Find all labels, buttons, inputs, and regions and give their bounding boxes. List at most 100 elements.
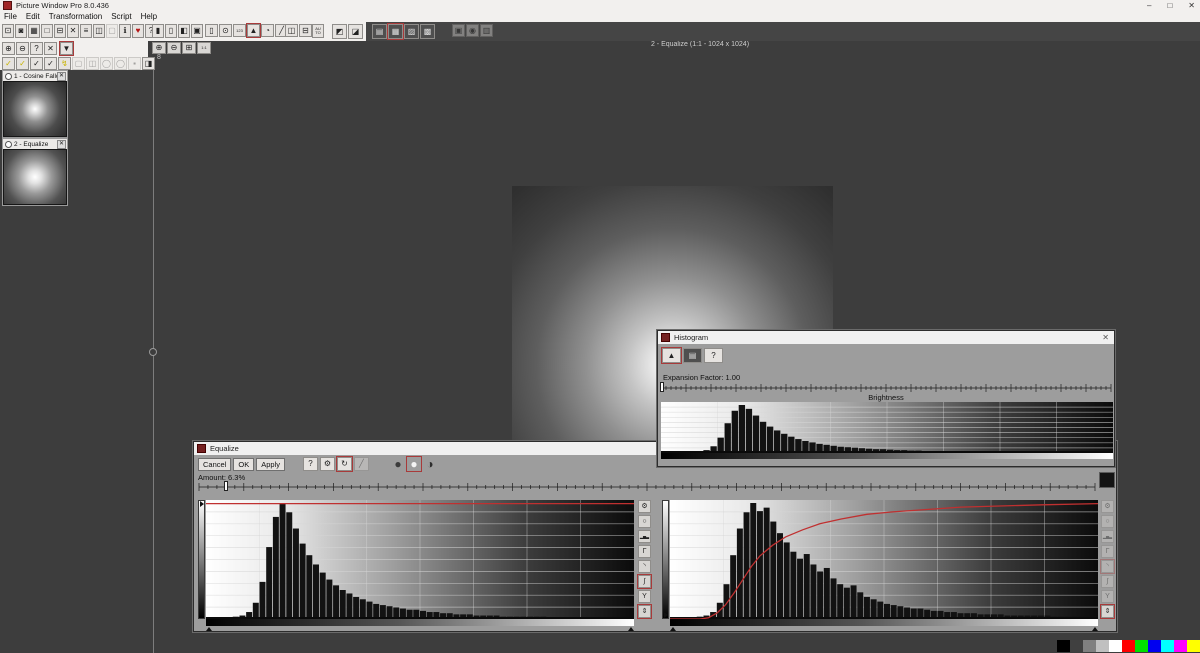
actual-size-icon[interactable]: 1:1 [197,42,211,54]
tone-light-icon[interactable]: ◪ [348,24,363,39]
ok-check-icon[interactable]: ✓ [30,57,43,70]
numeric-readout-icon[interactable]: 123 [233,24,246,37]
menu-help[interactable]: Help [141,12,157,21]
output-value-strip[interactable] [662,500,669,619]
histogram-titlebar[interactable]: Histogram ✕ [658,331,1114,344]
confirm-check-icon[interactable]: ✓ [44,57,57,70]
palette-swatch-0[interactable] [1057,640,1070,652]
cut-icon[interactable]: ✕ [44,42,57,55]
histogram-help-icon[interactable]: ? [704,348,723,363]
panel-soft-curve-icon[interactable]: ◝ [638,560,651,573]
palette-swatch-9[interactable] [1174,640,1187,652]
zoom-in-icon[interactable]: ⊕ [2,42,15,55]
apply-all-check-icon[interactable]: ✓ [16,57,29,70]
thumbnail-2-close-icon[interactable]: ✕ [57,140,66,149]
panel-y-split-icon[interactable]: Y [638,590,651,603]
panel-settings-icon[interactable]: ⚙ [638,500,651,513]
equalize-help-icon[interactable]: ? [303,457,318,471]
palette-swatch-8[interactable] [1161,640,1174,652]
view-layout-single-icon[interactable]: ▮ [152,24,164,38]
open-image-icon[interactable]: ◙ [15,24,27,38]
thumbnail-window-2[interactable]: 2 - Equalize ✕ [2,138,68,206]
split-horizontal-icon[interactable]: ⊟ [299,24,312,37]
zoom-out-icon[interactable]: ⊖ [16,42,29,55]
output-range-marker-left[interactable] [670,627,676,631]
expansion-factor-slider[interactable] [660,381,1112,393]
input-value-strip[interactable] [198,500,205,619]
close-image-icon[interactable]: ✕ [67,24,79,38]
equalize-input-histogram[interactable] [206,500,634,619]
palette-swatch-7[interactable] [1148,640,1161,652]
view-layout-double-icon[interactable]: ▯ [165,24,177,38]
input-range-marker-right[interactable] [628,627,634,631]
favorites-icon[interactable]: ♥ [132,24,144,38]
panel-circle-icon[interactable]: ○ [638,515,651,528]
palette-swatch-6[interactable] [1135,640,1148,652]
thumbnail-1-image[interactable] [4,82,66,136]
canvas-zoom-in-icon[interactable]: ⊕ [152,42,166,54]
thumbnail-2-titlebar[interactable]: 2 - Equalize ✕ [3,139,67,149]
histogram-mode-icon[interactable]: ▲ [662,348,681,363]
duplicate-icon[interactable]: ◫ [93,24,105,38]
panel-histogram-icon[interactable]: ▂▅▃ [638,530,651,543]
apply-button[interactable]: Apply [256,458,285,471]
thumbnail-1-close-icon[interactable]: ✕ [57,72,66,81]
flash-icon[interactable]: ↯ [58,57,71,70]
acquire-image-icon[interactable]: ▦ [28,24,40,38]
tone-dark-icon[interactable]: ◩ [332,24,347,39]
help-pointer-icon[interactable]: ? [30,42,43,55]
ok-button[interactable]: OK [233,458,254,471]
preview-split-icon[interactable]: ◑ [423,457,437,471]
levels-mode-icon[interactable]: ▤ [683,348,702,363]
close-button[interactable]: ✕ [1188,1,1195,10]
split-vertical-icon[interactable]: ◫ [285,24,298,37]
dither-pattern-3-icon[interactable]: ▨ [404,24,419,39]
menu-transformation[interactable]: Transformation [49,12,103,21]
print-icon[interactable]: ⊟ [54,24,66,38]
menu-edit[interactable]: Edit [26,12,40,21]
window-titlebar[interactable]: Picture Window Pro 8.0.436 – □ ✕ [0,0,1200,11]
panel-splitter-handle[interactable] [149,348,157,356]
menu-script[interactable]: Script [111,12,131,21]
info-icon[interactable]: ℹ [119,24,131,38]
palette-swatch-2[interactable] [1083,640,1096,652]
equalize-output-histogram[interactable] [670,500,1098,619]
histogram-close-icon[interactable]: ✕ [1102,333,1109,342]
background-color-swatch[interactable] [1099,472,1115,488]
expansion-factor-handle[interactable] [660,382,664,392]
thumbnail-2-image[interactable] [4,150,66,204]
thumbnail-1-titlebar[interactable]: 1 - Cosine Falloff ✕ [3,71,67,81]
preview-dark-icon[interactable]: ● [391,457,405,471]
panel-s-curve-icon[interactable]: ∫ [638,575,651,588]
menu-file[interactable]: File [4,12,17,21]
palette-swatch-5[interactable] [1122,640,1135,652]
new-image-icon[interactable]: ⊡ [2,24,14,38]
equalize-refresh-icon[interactable]: ↻ [337,457,352,471]
input-range-marker-left[interactable] [206,627,212,631]
cancel-button[interactable]: Cancel [198,458,231,471]
curve-endpoint-marker-left[interactable] [200,501,204,507]
maximize-button[interactable]: □ [1167,1,1172,10]
dither-pattern-2-icon[interactable]: ▦ [388,24,403,39]
apply-check-icon[interactable]: ✓ [2,57,15,70]
palette-swatch-1[interactable] [1070,640,1083,652]
blank-image-icon[interactable]: □ [41,24,53,38]
thumbnail-window-1[interactable]: 1 - Cosine Falloff ✕ [2,70,68,138]
curve-endpoint-marker-right[interactable] [664,612,668,618]
output-range-marker-right[interactable] [1092,627,1098,631]
histogram-panel-icon[interactable]: ▲ [247,24,260,37]
view-layout-split-icon[interactable]: ◧ [178,24,190,38]
amount-slider-handle[interactable] [224,481,228,491]
panel-expand-icon[interactable]: ⇕ [638,605,651,618]
amount-slider[interactable] [198,480,1096,492]
auto-icon[interactable]: AU TO [312,24,324,38]
dither-pattern-1-icon[interactable]: ▤ [372,24,387,39]
color-wheel-icon[interactable]: ◔ [261,24,274,37]
tool-dropdown-icon[interactable]: ▼ [60,42,73,55]
palette-swatch-4[interactable] [1109,640,1122,652]
preview-light-icon[interactable]: ● [407,457,421,471]
grid-pattern-icon[interactable]: ▩ [420,24,435,39]
panel-expand-icon[interactable]: ⇕ [1101,605,1114,618]
panel-step-curve-icon[interactable]: Γ [638,545,651,558]
palette-swatch-3[interactable] [1096,640,1109,652]
